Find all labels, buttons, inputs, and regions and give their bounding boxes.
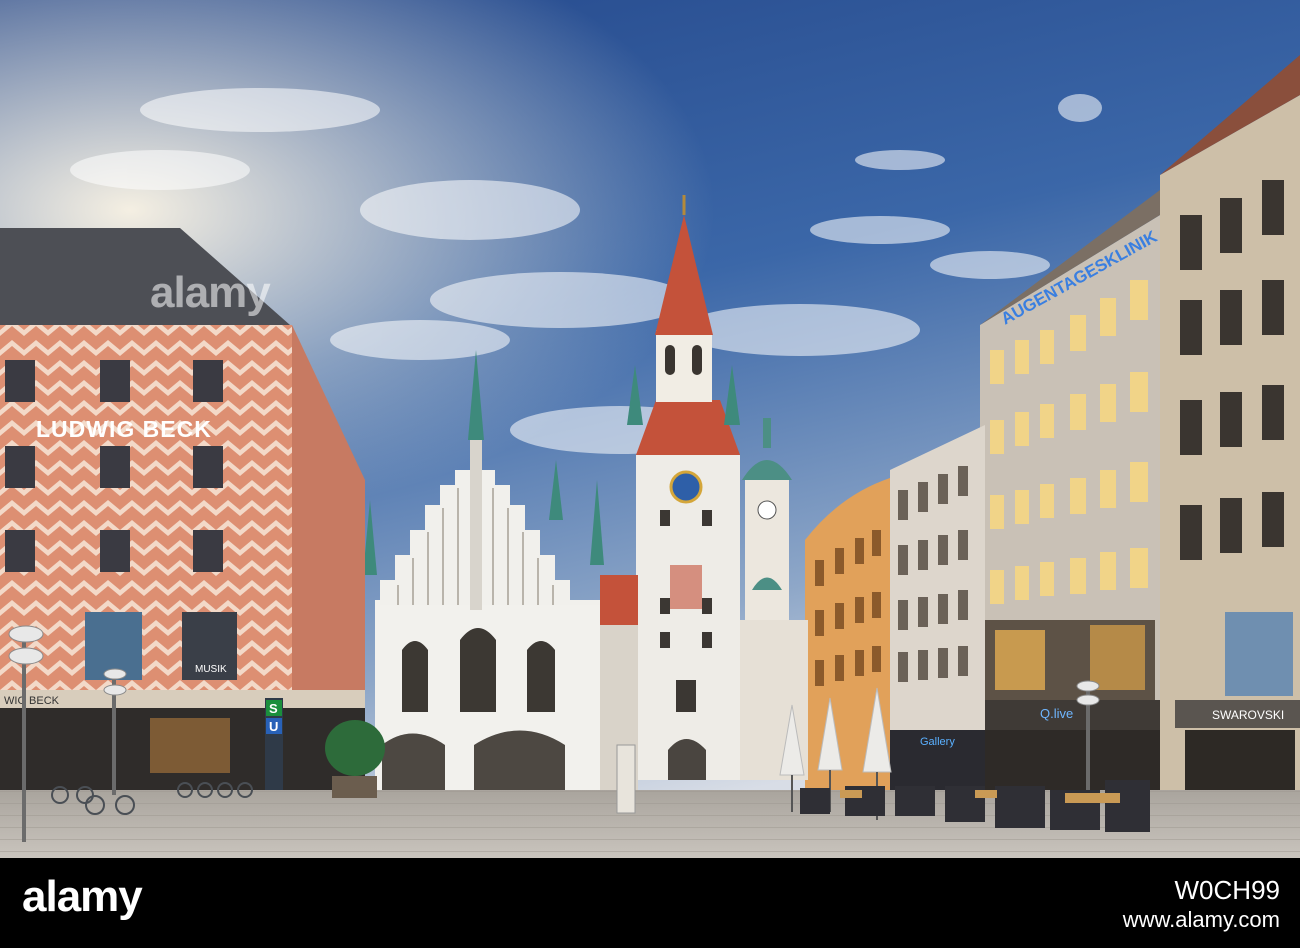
ubahn-pillar: S U bbox=[265, 698, 283, 796]
watermark: alamy bbox=[150, 268, 271, 317]
site-url: www.alamy.com bbox=[1122, 907, 1280, 932]
swarovski-sign: SWAROVSKI bbox=[1212, 708, 1284, 722]
gallery-sign: Gallery bbox=[920, 736, 955, 748]
footer-bar bbox=[0, 858, 1300, 948]
footer-image-info: W0CH99 www.alamy.com bbox=[1123, 875, 1280, 935]
musik-banner: MUSIK bbox=[195, 664, 227, 675]
footer-logo: alamy bbox=[22, 872, 143, 921]
ludwig-beck-sign: LUDWIG BECK bbox=[36, 416, 212, 442]
ubahn-sign: U bbox=[269, 719, 278, 734]
image-id: W0CH99 bbox=[1174, 875, 1280, 905]
sbahn-sign: S bbox=[269, 701, 278, 716]
photo-scene: SWAROVSKI AUGENTAGESKLINIK Q.live Galler… bbox=[0, 0, 1300, 858]
potted-plant bbox=[325, 720, 385, 798]
store-tail-sign: WIG BECK bbox=[4, 695, 60, 707]
info-pillar bbox=[616, 744, 636, 814]
q-live-sign: Q.live bbox=[1040, 706, 1073, 721]
